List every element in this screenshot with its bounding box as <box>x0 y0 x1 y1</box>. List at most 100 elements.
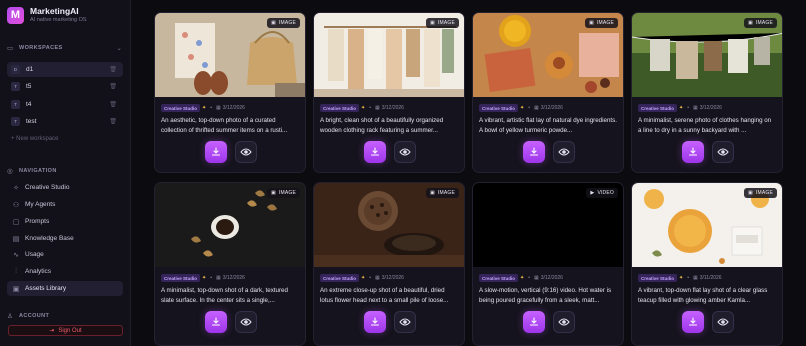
image-icon: ▣ <box>588 20 594 26</box>
asset-description: An extreme close-up shot of a beautiful,… <box>320 287 449 304</box>
asset-date: 3/12/2026 <box>222 275 245 281</box>
preview-button[interactable] <box>394 311 416 333</box>
type-badge: ▣ IMAGE <box>266 188 300 198</box>
folder-icon: ▭ <box>7 45 14 52</box>
nav-item-usage[interactable]: ∿ Usage <box>7 247 123 262</box>
workspace-label: test <box>26 118 37 125</box>
preview-button[interactable] <box>712 311 734 333</box>
download-button[interactable] <box>364 311 386 333</box>
preview-button[interactable] <box>712 141 734 163</box>
download-button[interactable] <box>682 141 704 163</box>
eye-icon <box>399 318 411 326</box>
asset-meta: Creative Studio ✦ • ▦ 3/12/2026 <box>161 104 245 112</box>
type-badge: ▣ IMAGE <box>743 18 777 28</box>
download-button[interactable] <box>205 311 227 333</box>
eye-icon <box>558 318 570 326</box>
trash-icon[interactable]: 🗑 <box>109 83 117 90</box>
nav-item-my-agents[interactable]: ⚇ My Agents <box>7 197 123 212</box>
eye-icon <box>399 148 411 156</box>
workspace-item-t5[interactable]: T t5 🗑 <box>7 79 123 94</box>
brand[interactable]: M MarketingAI AI native marketing OS <box>7 6 87 24</box>
preview-button[interactable] <box>235 141 257 163</box>
chat-icon: ▢ <box>12 218 20 226</box>
workspace-badge: T <box>11 100 20 109</box>
image-icon: ▣ <box>429 190 435 196</box>
new-workspace-button[interactable]: + New workspace <box>11 136 59 142</box>
calendar-icon: ▦ <box>374 275 380 281</box>
sparkle-icon: ✦ <box>202 275 207 281</box>
asset-description: A slow-motion, vertical (9:16) video. Ho… <box>479 287 612 304</box>
chevron-down-icon[interactable]: ⌄ <box>117 45 122 52</box>
asset-card[interactable]: ▣ IMAGE Creative Studio ✦ • ▦ 3/11/2026 … <box>631 182 783 346</box>
preview-button[interactable] <box>394 141 416 163</box>
workspace-badge: T <box>11 82 20 91</box>
download-icon <box>370 147 380 156</box>
asset-card[interactable]: ▣ IMAGE Creative Studio ✦ • ▦ 3/12/2026 … <box>154 182 306 346</box>
sparkle-icon: ✦ <box>361 105 366 111</box>
image-icon: ▣ <box>270 190 276 196</box>
preview-button[interactable] <box>553 141 575 163</box>
nav-item-analytics[interactable]: ⫶ Analytics <box>7 264 123 279</box>
workspace-item-d1[interactable]: D d1 🗑 <box>7 62 123 77</box>
calendar-icon: ▦ <box>215 105 221 111</box>
download-button[interactable] <box>523 311 545 333</box>
asset-description: A vibrant, top-down flat lay shot of a c… <box>638 287 768 304</box>
asset-date: 3/12/2026 <box>699 105 722 111</box>
asset-card[interactable]: ▣ IMAGE Creative Studio ✦ • ▦ 3/12/2026 … <box>472 12 624 173</box>
calendar-icon: ▦ <box>533 275 539 281</box>
asset-card[interactable]: ▣ IMAGE Creative Studio ✦ • ▦ 3/12/2026 … <box>154 12 306 173</box>
book-icon: ▤ <box>12 235 20 243</box>
nav-item-assets-library[interactable]: ▣ Assets Library <box>7 281 123 296</box>
asset-meta: Creative Studio ✦ • ▦ 3/12/2026 <box>320 104 404 112</box>
calendar-icon: ▦ <box>374 105 380 111</box>
asset-description: A vibrant, artistic flat lay of natural … <box>479 117 617 134</box>
nav-item-knowledge-base[interactable]: ▤ Knowledge Base <box>7 231 123 246</box>
type-badge: ▣ IMAGE <box>425 188 459 198</box>
workspace-item-test[interactable]: T test 🗑 <box>7 114 123 129</box>
workspace-label: d1 <box>26 66 34 73</box>
trash-icon[interactable]: 🗑 <box>109 66 117 73</box>
preview-button[interactable] <box>235 311 257 333</box>
download-icon <box>688 147 698 156</box>
source-tag: Creative Studio <box>320 274 360 282</box>
nav-label: Analytics <box>25 268 52 275</box>
source-tag: Creative Studio <box>638 104 678 112</box>
assets-grid: ▣ IMAGE Creative Studio ✦ • ▦ 3/12/2026 … <box>131 0 806 346</box>
asset-card[interactable]: ▣ IMAGE Creative Studio ✦ • ▦ 3/12/2026 … <box>313 182 465 346</box>
logo-icon: M <box>7 6 24 24</box>
workspaces-heading: ▭ WORKSPACES ⌄ <box>7 45 122 52</box>
download-button[interactable] <box>364 141 386 163</box>
download-button[interactable] <box>682 311 704 333</box>
workspace-item-t4[interactable]: T t4 🗑 <box>7 97 123 112</box>
source-tag: Creative Studio <box>479 104 519 112</box>
workspace-badge: T <box>11 117 20 126</box>
preview-button[interactable] <box>553 311 575 333</box>
source-tag: Creative Studio <box>638 274 678 282</box>
asset-card[interactable]: ▣ IMAGE Creative Studio ✦ • ▦ 3/12/2026 … <box>631 12 783 173</box>
image-icon: ▣ <box>747 190 753 196</box>
image-icon: ▣ <box>270 20 276 26</box>
calendar-icon: ▦ <box>692 275 698 281</box>
trash-icon[interactable]: 🗑 <box>109 101 117 108</box>
sign-out-button[interactable]: ⇥ Sign Out <box>8 325 123 336</box>
asset-card[interactable]: ▶ VIDEO Creative Studio ✦ • ▦ 3/12/2026 … <box>472 182 624 346</box>
asset-card[interactable]: ▣ IMAGE Creative Studio ✦ • ▦ 3/12/2026 … <box>313 12 465 173</box>
nav-label: Assets Library <box>25 285 67 292</box>
type-badge: ▶ VIDEO <box>586 188 618 198</box>
nav-item-prompts[interactable]: ▢ Prompts <box>7 214 123 229</box>
workspace-label: t5 <box>26 83 32 90</box>
download-button[interactable] <box>205 141 227 163</box>
trash-icon[interactable]: 🗑 <box>109 118 117 125</box>
workspace-badge: D <box>11 65 20 74</box>
users-icon: ⚇ <box>12 201 20 209</box>
image-icon: ▣ <box>12 285 20 293</box>
eye-icon <box>717 148 729 156</box>
nav-label: Creative Studio <box>25 184 70 191</box>
nav-label: Usage <box>25 251 44 258</box>
download-button[interactable] <box>523 141 545 163</box>
download-icon <box>370 317 380 326</box>
nav-item-creative-studio[interactable]: ✧ Creative Studio <box>7 180 123 195</box>
image-icon: ▣ <box>429 20 435 26</box>
asset-date: 3/12/2026 <box>381 105 404 111</box>
asset-date: 3/12/2026 <box>540 105 563 111</box>
